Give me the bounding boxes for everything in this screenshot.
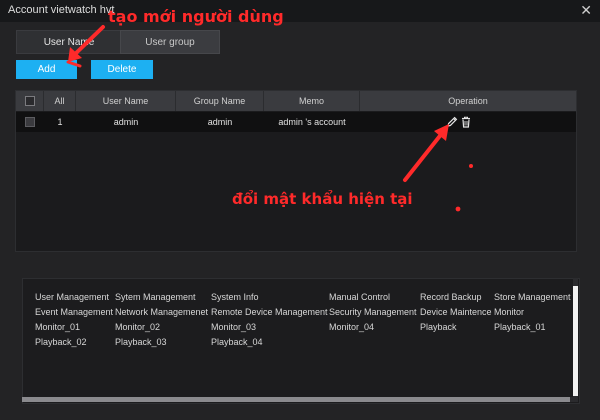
account-dialog: Account vietwatch hvt ✕ User Name User g… <box>0 0 600 420</box>
permission-item[interactable]: Device Maintence <box>420 307 492 317</box>
column-header-all: All <box>44 91 76 111</box>
permission-item[interactable]: Monitor_04 <box>329 322 374 332</box>
permission-item[interactable]: Network Managemenet <box>115 307 208 317</box>
column-header-group-name: Group Name <box>176 91 264 111</box>
permission-item[interactable]: Monitor_02 <box>115 322 160 332</box>
permission-list: User Management Sytem Management System … <box>22 278 580 404</box>
select-all-checkbox[interactable] <box>24 96 35 106</box>
tab-user-group[interactable]: User group <box>120 30 220 54</box>
permission-item[interactable]: Record Backup <box>420 292 482 302</box>
vertical-scroll-thumb[interactable] <box>573 286 578 396</box>
permission-item[interactable]: System Info <box>211 292 259 302</box>
user-table: All User Name Group Name Memo Operation … <box>15 90 577 252</box>
close-icon[interactable]: ✕ <box>580 2 592 19</box>
row-select-cell <box>16 112 44 132</box>
permission-item[interactable]: Remote Device Management <box>211 307 328 317</box>
column-header-user-name: User Name <box>76 91 176 111</box>
permission-item[interactable]: Playback_03 <box>115 337 167 347</box>
permission-item[interactable]: Monitor_01 <box>35 322 80 332</box>
table-header: All User Name Group Name Memo Operation <box>16 91 576 111</box>
vertical-scrollbar[interactable] <box>573 278 578 402</box>
delete-icon[interactable] <box>459 115 473 129</box>
annotation-change-password: đổi mật khẩu hiện tại <box>232 190 413 208</box>
permission-item[interactable]: Monitor <box>494 307 524 317</box>
select-all-cell <box>16 91 44 111</box>
permission-item[interactable]: Security Management <box>329 307 417 317</box>
row-user-name: admin <box>113 117 139 127</box>
horizontal-scrollbar[interactable] <box>22 397 574 402</box>
column-header-operation: Operation <box>448 96 488 106</box>
title-bar: Account vietwatch hvt ✕ <box>0 0 600 22</box>
permission-item[interactable]: User Management <box>35 292 109 302</box>
annotation-create-user: tạo mới người dùng <box>108 7 284 26</box>
add-button[interactable]: Add <box>16 60 77 79</box>
table-row[interactable]: 1 admin admin admin 's account <box>16 112 576 132</box>
permission-item[interactable]: Event Management <box>35 307 113 317</box>
permission-item[interactable]: Monitor_03 <box>211 322 256 332</box>
permission-item[interactable]: Playback_04 <box>211 337 263 347</box>
edit-icon[interactable] <box>445 115 459 129</box>
row-memo: admin 's account <box>278 117 346 127</box>
permission-item[interactable]: Manual Control <box>329 292 390 302</box>
permission-item[interactable]: Store Management <box>494 292 571 302</box>
delete-button[interactable]: Delete <box>91 60 153 79</box>
row-checkbox[interactable] <box>25 117 35 127</box>
horizontal-scroll-thumb[interactable] <box>22 397 570 402</box>
tab-user-name[interactable]: User Name <box>16 30 122 54</box>
permission-item[interactable]: Playback_02 <box>35 337 87 347</box>
permission-item[interactable]: Playback <box>420 322 457 332</box>
row-group-name: admin <box>207 117 233 127</box>
column-header-memo: Memo <box>264 91 360 111</box>
permission-item[interactable]: Sytem Management <box>115 292 196 302</box>
window-title: Account vietwatch hvt <box>8 4 115 16</box>
permission-item[interactable]: Playback_01 <box>494 322 546 332</box>
row-index: 1 <box>57 117 63 127</box>
